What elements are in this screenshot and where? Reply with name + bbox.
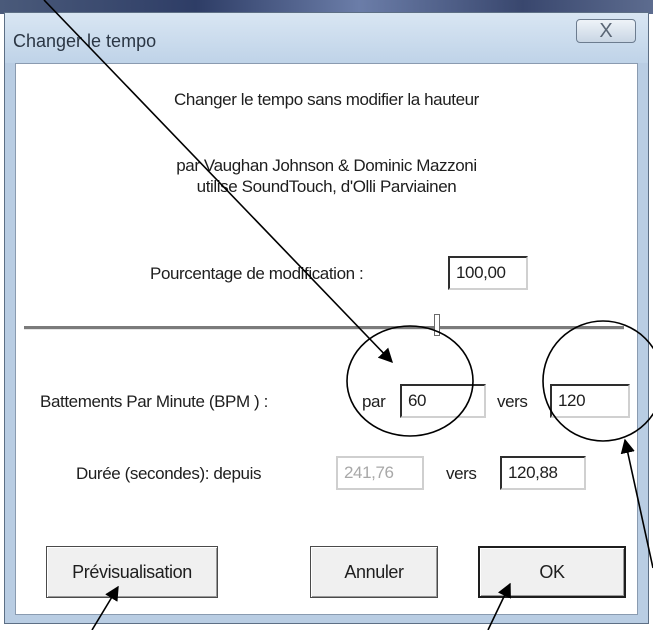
percent-input[interactable]: 100,00 xyxy=(448,256,528,290)
duration-to-input[interactable]: 120,88 xyxy=(500,456,586,490)
dialog-title: Changer le tempo xyxy=(13,31,157,51)
credits-line-1: par Vaughan Johnson & Dominic Mazzoni xyxy=(176,156,477,175)
credits-line-2: utilise SoundTouch, d'Olli Parviainen xyxy=(196,177,457,196)
duration-label: Durée (secondes): depuis xyxy=(76,464,262,483)
duration-from-input: 241,76 xyxy=(336,456,424,490)
bpm-from-label: par xyxy=(362,392,386,411)
bpm-from-input[interactable]: 60 xyxy=(400,384,486,418)
tempo-slider[interactable] xyxy=(24,326,624,330)
dialog-heading: Changer le tempo sans modifier la hauteu… xyxy=(174,90,479,109)
bpm-to-label: vers xyxy=(497,392,528,411)
cancel-button[interactable]: Annuler xyxy=(310,546,438,598)
tempo-slider-thumb[interactable] xyxy=(434,314,440,336)
bpm-label: Battements Par Minute (BPM ) : xyxy=(40,392,268,411)
percent-label: Pourcentage de modification : xyxy=(150,264,364,283)
change-tempo-dialog: Changer le tempo X Changer le tempo sans… xyxy=(4,12,649,624)
duration-to-label: vers xyxy=(446,464,477,483)
dialog-body: Changer le tempo sans modifier la hauteu… xyxy=(15,63,638,615)
ok-button[interactable]: OK xyxy=(478,546,626,598)
close-button[interactable]: X xyxy=(576,19,636,43)
close-icon: X xyxy=(599,20,613,42)
title-bar: Changer le tempo X xyxy=(5,13,648,63)
bpm-to-input[interactable]: 120 xyxy=(550,384,630,418)
preview-button[interactable]: Prévisualisation xyxy=(46,546,218,598)
